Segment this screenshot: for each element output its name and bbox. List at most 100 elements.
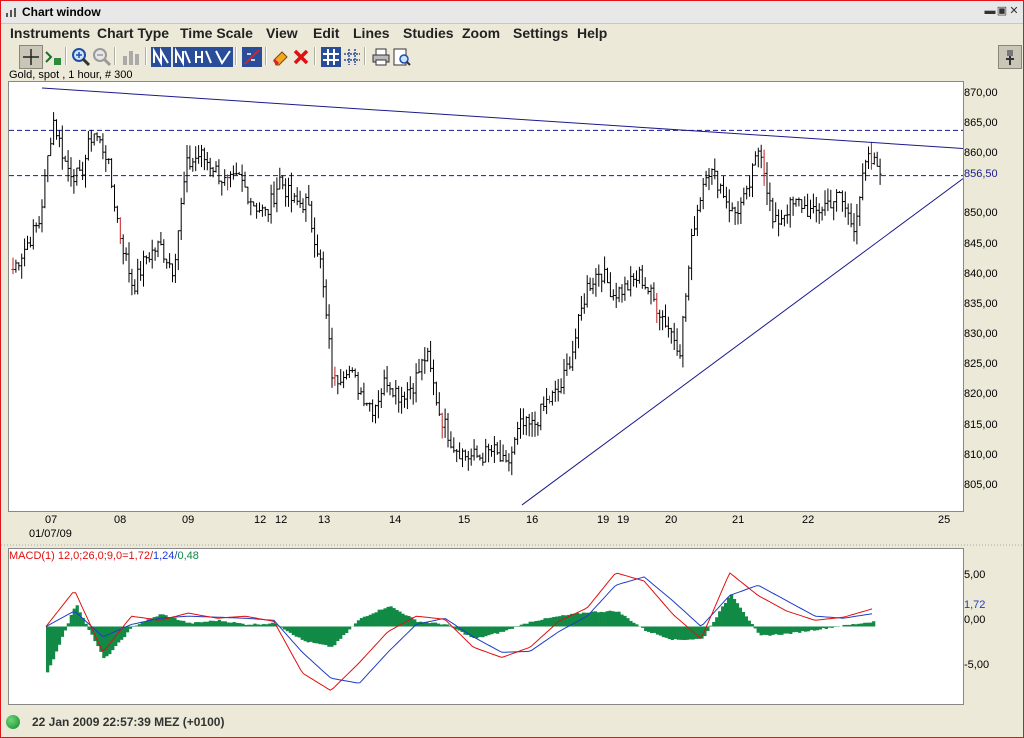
- macd-chart[interactable]: [9, 549, 963, 704]
- histogram-bar: [324, 626, 328, 646]
- histogram-bar: [244, 624, 248, 627]
- pin-icon[interactable]: [998, 45, 1022, 69]
- histogram-bar: [436, 623, 441, 627]
- histogram-bar: [783, 626, 787, 634]
- bar-chart-icon[interactable]: [119, 45, 143, 69]
- menu-edit[interactable]: Edit: [313, 25, 339, 41]
- histogram-bar: [60, 626, 65, 637]
- macd-histogram: [46, 594, 876, 673]
- histogram-bar: [176, 619, 180, 627]
- histogram-bar: [78, 612, 82, 627]
- histogram-bar: [780, 626, 784, 635]
- macd-line: [45, 572, 873, 691]
- menu-zoom[interactable]: Zoom: [462, 25, 500, 41]
- menu-settings[interactable]: Settings: [513, 25, 568, 41]
- histogram-bar: [641, 626, 645, 628]
- trendline: [521, 178, 963, 506]
- ohlc-bars: [11, 112, 882, 476]
- delete-line-icon[interactable]: [289, 45, 313, 69]
- histogram-bar: [747, 620, 751, 627]
- histogram-bar: [800, 626, 805, 632]
- histogram-bar: [709, 625, 713, 627]
- histogram-bar: [599, 611, 603, 627]
- menu-chart-type[interactable]: Chart Type: [97, 25, 169, 41]
- histogram-bar: [534, 620, 538, 627]
- grid-settings-icon[interactable]: [340, 45, 364, 69]
- time-tick: 16: [526, 514, 539, 526]
- histogram-bar: [652, 626, 657, 633]
- chart-window: Chart window ▬ ▣ ✕ Instruments Chart Typ…: [0, 0, 1024, 738]
- histogram-bar: [729, 594, 734, 627]
- histogram-bar: [549, 617, 553, 627]
- price-tick: 870,00: [964, 87, 998, 99]
- histogram-bar: [546, 618, 550, 627]
- menu-instruments[interactable]: Instruments: [10, 25, 90, 41]
- histogram-bar: [706, 626, 710, 631]
- histogram-bar: [131, 625, 136, 627]
- histogram-bar: [371, 613, 375, 627]
- menu-studies[interactable]: Studies: [403, 25, 454, 41]
- histogram-bar: [229, 622, 233, 627]
- price-chart[interactable]: [9, 82, 963, 511]
- line-wave-1-icon[interactable]: [149, 45, 173, 69]
- histogram-bar: [259, 624, 263, 627]
- histogram-bar: [504, 626, 509, 631]
- histogram-bar: [374, 612, 378, 627]
- histogram-bar: [848, 624, 852, 627]
- menu-view[interactable]: View: [266, 25, 298, 41]
- histogram-bar: [522, 623, 526, 627]
- histogram-bar: [238, 623, 242, 627]
- auto-trade-icon[interactable]: [41, 45, 65, 69]
- menu-time-scale[interactable]: Time Scale: [180, 25, 253, 41]
- histogram-bar: [84, 623, 88, 627]
- histogram-bar: [152, 617, 156, 627]
- histogram-bar: [72, 608, 76, 627]
- histogram-bar: [611, 611, 615, 627]
- histogram-bar: [851, 624, 855, 627]
- histogram-bar: [632, 622, 636, 627]
- histogram-bar: [430, 622, 435, 627]
- histogram-bar: [51, 626, 56, 660]
- macd-panel[interactable]: [8, 548, 964, 705]
- histogram-bar: [510, 626, 515, 629]
- maximize-icon[interactable]: ▣: [996, 4, 1008, 18]
- close-icon[interactable]: ✕: [1008, 4, 1020, 18]
- histogram-bar: [679, 626, 683, 640]
- histogram-bar: [155, 616, 159, 627]
- histogram-bar: [359, 618, 364, 627]
- histogram-bar: [386, 606, 390, 627]
- histogram-bar: [336, 626, 340, 642]
- crosshair-icon[interactable]: [19, 45, 43, 69]
- price-tick: 860,00: [964, 147, 998, 159]
- histogram-bar: [496, 626, 500, 634]
- zoom-out-icon[interactable]: [90, 45, 114, 69]
- chart-window-icon: [6, 8, 16, 17]
- pencil-line-icon[interactable]: [240, 45, 264, 69]
- histogram-bar: [830, 626, 834, 628]
- menu-help[interactable]: Help: [577, 25, 607, 41]
- histogram-bar: [75, 605, 79, 627]
- histogram-bar: [268, 623, 272, 627]
- macd-legend-value: MACD(1) 12,0;26,0;9,0=1,72/: [9, 550, 153, 562]
- histogram-bar: [673, 626, 677, 640]
- minimize-icon[interactable]: ▬: [984, 4, 996, 18]
- histogram-bar: [525, 623, 529, 627]
- histogram-bar: [365, 616, 370, 627]
- histogram-bar: [803, 626, 808, 632]
- menu-lines[interactable]: Lines: [353, 25, 390, 41]
- line-wave-4-icon[interactable]: [211, 45, 235, 69]
- time-tick: 13: [318, 514, 331, 526]
- title-bar[interactable]: Chart window ▬ ▣ ✕: [1, 1, 1023, 24]
- histogram-bar: [501, 626, 506, 632]
- histogram-bar: [519, 624, 523, 627]
- histogram-bar: [596, 612, 600, 627]
- histogram-bar: [182, 620, 186, 627]
- histogram-bar: [765, 626, 769, 635]
- price-chart-panel[interactable]: [8, 81, 964, 512]
- histogram-bar: [712, 621, 716, 627]
- histogram-bar: [658, 626, 663, 636]
- price-tick: 835,00: [964, 298, 998, 310]
- print-preview-icon[interactable]: [390, 45, 414, 69]
- histogram-bar: [297, 626, 301, 638]
- histogram-bar: [164, 615, 168, 627]
